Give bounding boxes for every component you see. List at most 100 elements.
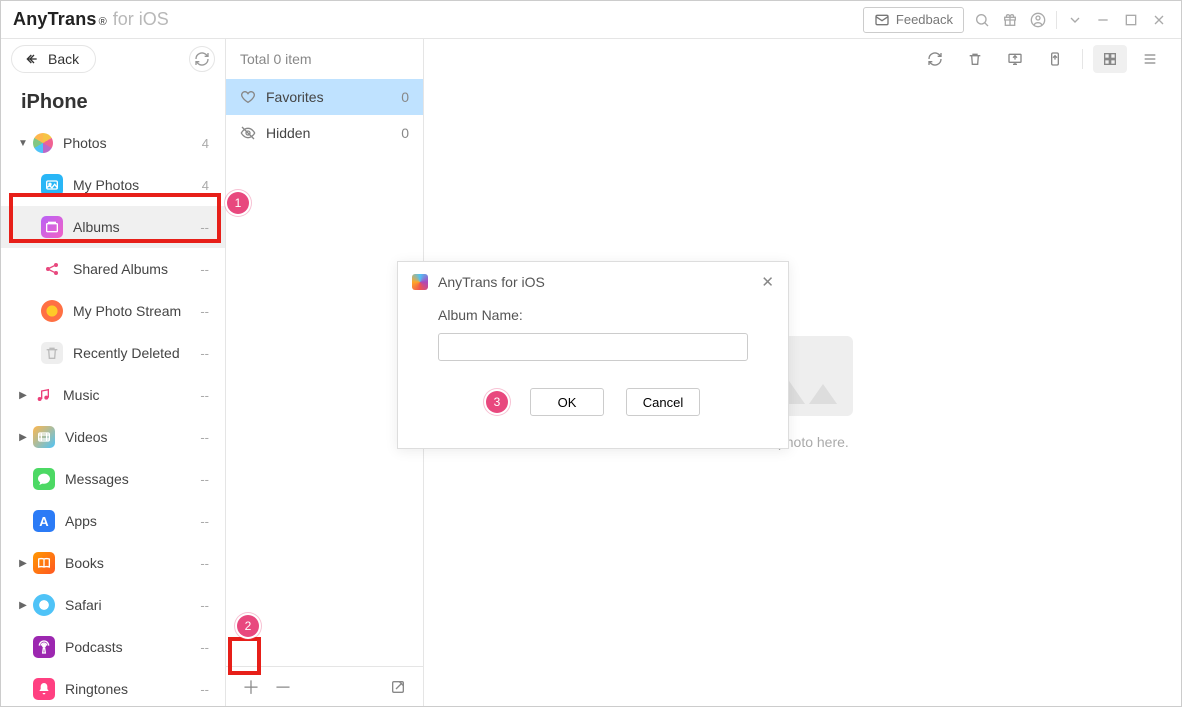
sidebar-item-count: -- <box>200 472 209 487</box>
heart-icon <box>240 89 256 105</box>
sidebar-item-count: -- <box>200 346 209 361</box>
sidebar-item-count: -- <box>200 304 209 319</box>
trash-icon <box>41 342 63 364</box>
sidebar-item-count: -- <box>200 682 209 697</box>
sidebar-item-count: -- <box>200 598 209 613</box>
sidebar-item-count: -- <box>200 640 209 655</box>
separator <box>1056 11 1057 29</box>
eye-off-icon <box>240 125 256 141</box>
sidebar-item-label: Books <box>65 555 200 571</box>
sidebar-item-recently-deleted[interactable]: Recently Deleted -- <box>1 332 225 374</box>
device-title: iPhone <box>1 79 225 122</box>
dialog-close-button[interactable]: ✕ <box>761 273 774 291</box>
safari-icon <box>33 594 55 616</box>
album-row-favorites[interactable]: Favorites 0 <box>226 79 423 115</box>
sidebar-item-label: Messages <box>65 471 200 487</box>
back-label: Back <box>48 51 79 67</box>
titlebar: AnyTrans ® for iOS Feedback <box>1 1 1181 39</box>
chevron-down-icon[interactable] <box>1065 10 1085 30</box>
brand-reg: ® <box>99 16 107 28</box>
sidebar-item-label: Photos <box>63 135 202 151</box>
ok-button[interactable]: OK <box>530 388 604 416</box>
app-brand: AnyTrans ® for iOS <box>13 9 169 30</box>
step-badge-3: 3 <box>486 391 508 413</box>
sidebar-item-photo-stream[interactable]: My Photo Stream -- <box>1 290 225 332</box>
messages-icon <box>33 468 55 490</box>
sidebar-item-podcasts[interactable]: ▶ Podcasts -- <box>1 626 225 668</box>
sidebar-item-count: -- <box>200 220 209 235</box>
back-button[interactable]: Back <box>11 45 96 73</box>
separator <box>1082 49 1083 69</box>
books-icon <box>33 552 55 574</box>
remove-album-button[interactable]: － <box>272 676 294 698</box>
sidebar-item-label: Recently Deleted <box>73 345 200 361</box>
sidebar-refresh-button[interactable] <box>189 46 215 72</box>
sidebar-item-label: Podcasts <box>65 639 200 655</box>
sidebar-item-label: Music <box>63 387 200 403</box>
album-row-label: Hidden <box>266 125 391 141</box>
expand-icon: ▶ <box>13 432 33 443</box>
sidebar-item-ringtones[interactable]: ▶ Ringtones -- <box>1 668 225 706</box>
sidebar-item-label: Ringtones <box>65 681 200 697</box>
list-view-button[interactable] <box>1133 45 1167 73</box>
expand-icon: ▶ <box>13 558 33 569</box>
feedback-button[interactable]: Feedback <box>863 7 964 33</box>
brand-suffix: for iOS <box>113 9 169 30</box>
video-icon <box>33 426 55 448</box>
sidebar-item-music[interactable]: ▶ Music -- <box>1 374 225 416</box>
gift-icon[interactable] <box>1000 10 1020 30</box>
sidebar-item-count: 4 <box>202 178 209 193</box>
sidebar-item-books[interactable]: ▶ Books -- <box>1 542 225 584</box>
refresh-icon <box>194 51 210 67</box>
sunflower-icon <box>41 300 63 322</box>
refresh-button[interactable] <box>918 45 952 73</box>
sidebar-item-apps[interactable]: ▶ A Apps -- <box>1 500 225 542</box>
sidebar-item-messages[interactable]: ▶ Messages -- <box>1 458 225 500</box>
cancel-button[interactable]: Cancel <box>626 388 700 416</box>
sidebar-item-my-photos[interactable]: My Photos 4 <box>1 164 225 206</box>
sidebar-item-photos[interactable]: ▼ Photos 4 <box>1 122 225 164</box>
sidebar-item-label: My Photos <box>73 177 202 193</box>
sidebar-item-videos[interactable]: ▶ Videos -- <box>1 416 225 458</box>
arrow-left-icon <box>24 51 40 67</box>
item-count-summary: Total 0 item <box>226 39 423 79</box>
add-album-button[interactable]: ＋ <box>240 676 262 698</box>
sidebar-item-shared-albums[interactable]: Shared Albums -- <box>1 248 225 290</box>
expand-icon: ▼ <box>13 138 33 149</box>
photos-icon <box>33 133 53 153</box>
minimize-icon[interactable] <box>1093 10 1113 30</box>
edit-album-button[interactable] <box>387 676 409 698</box>
album-row-hidden[interactable]: Hidden 0 <box>226 115 423 151</box>
sidebar-item-label: Videos <box>65 429 200 445</box>
sidebar-item-albums[interactable]: Albums -- <box>1 206 225 248</box>
to-device-button[interactable] <box>1038 45 1072 73</box>
to-computer-button[interactable] <box>998 45 1032 73</box>
music-icon <box>33 387 53 403</box>
sidebar-item-label: My Photo Stream <box>73 303 200 319</box>
album-list-panel: Total 0 item Favorites 0 Hidden 0 ＋ － <box>226 39 424 706</box>
search-icon[interactable] <box>972 10 992 30</box>
sidebar-item-count: -- <box>200 430 209 445</box>
close-icon[interactable] <box>1149 10 1169 30</box>
app-logo-icon <box>412 274 428 290</box>
brand-name: AnyTrans <box>13 9 97 30</box>
sidebar-item-count: -- <box>200 514 209 529</box>
sidebar-item-label: Albums <box>73 219 200 235</box>
sidebar-item-count: -- <box>200 262 209 277</box>
sidebar-item-safari[interactable]: ▶ Safari -- <box>1 584 225 626</box>
album-name-label: Album Name: <box>438 307 748 323</box>
new-album-dialog: AnyTrans for iOS ✕ Album Name: 3 OK Canc… <box>397 261 789 449</box>
user-icon[interactable] <box>1028 10 1048 30</box>
album-row-label: Favorites <box>266 89 391 105</box>
sidebar-item-label: Apps <box>65 513 200 529</box>
album-row-count: 0 <box>401 89 409 105</box>
album-name-input[interactable] <box>438 333 748 361</box>
delete-button[interactable] <box>958 45 992 73</box>
grid-view-button[interactable] <box>1093 45 1127 73</box>
expand-icon: ▶ <box>13 600 33 611</box>
step-badge-1: 1 <box>227 192 249 214</box>
maximize-icon[interactable] <box>1121 10 1141 30</box>
sidebar-item-count: 4 <box>202 136 209 151</box>
expand-icon: ▶ <box>13 390 33 401</box>
category-tree: ▼ Photos 4 My Photos 4 Albums -- <box>1 122 225 706</box>
